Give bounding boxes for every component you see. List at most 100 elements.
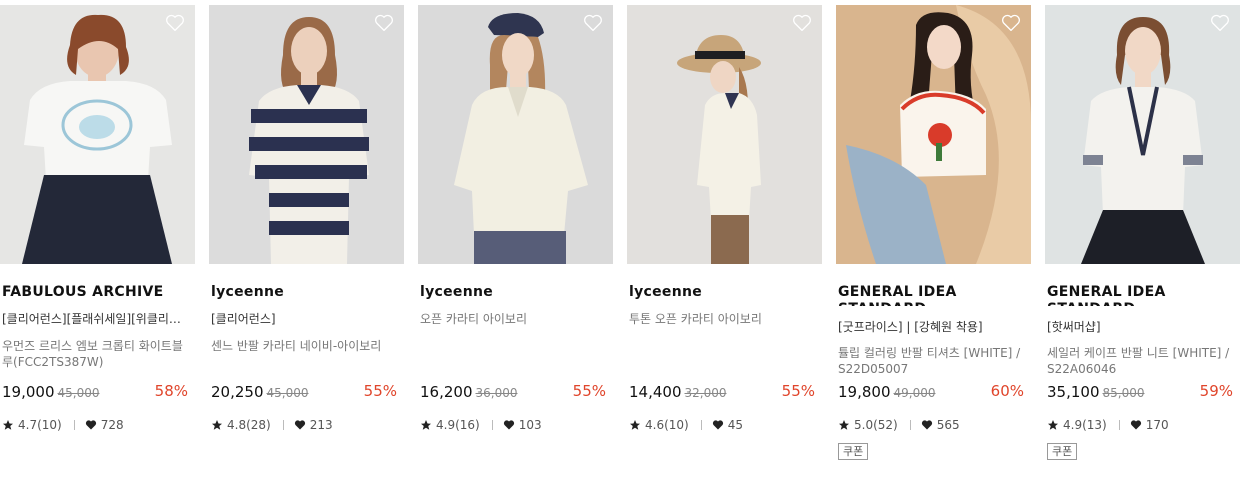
product-image[interactable]: [627, 5, 822, 264]
heart-filled-icon: [294, 420, 305, 430]
sale-price: 16,200: [420, 383, 473, 401]
wishlist-heart-icon[interactable]: [792, 14, 812, 32]
stats-divider: [1118, 420, 1120, 430]
price-row: 19,800 49,000 60%: [838, 382, 1024, 402]
discount-rate: 55%: [363, 382, 397, 400]
product-name[interactable]: 투톤 오픈 카라티 아이보리: [629, 311, 819, 327]
product-tags: [굿프라이스] | [강혜원 착용]: [838, 320, 983, 334]
product-tags: [핫써머샵]: [1047, 320, 1101, 334]
product-photo: [0, 5, 195, 264]
product-stats: 4.9(13) 170: [1047, 417, 1169, 433]
brand-name[interactable]: lyceenne: [629, 284, 819, 301]
heart-filled-icon: [1130, 420, 1141, 430]
product-name[interactable]: 오픈 카라티 아이보리: [420, 311, 610, 327]
sale-price: 14,400: [629, 383, 682, 401]
brand-name[interactable]: FABULOUS ARCHIVE: [2, 284, 192, 301]
product-photo: [209, 5, 404, 264]
price-row: 16,200 36,000 55%: [420, 382, 606, 402]
original-price: 85,000: [1102, 386, 1145, 400]
price-row: 20,250 45,000 55%: [211, 382, 397, 402]
product-tags: [클리어런스]: [211, 312, 276, 326]
star-icon: [3, 420, 13, 430]
star-icon: [421, 420, 431, 430]
heart-filled-icon: [503, 420, 514, 430]
discount-rate: 55%: [572, 382, 606, 400]
original-price: 32,000: [684, 386, 727, 400]
likes-count: 103: [518, 418, 542, 432]
original-price: 45,000: [266, 386, 309, 400]
likes-count: 213: [309, 418, 333, 432]
product-image[interactable]: [0, 5, 195, 264]
product-stats: 5.0(52) 565: [838, 417, 960, 433]
stats-divider: [491, 420, 493, 430]
rating-value: 4.6(10): [645, 418, 689, 432]
discount-rate: 59%: [1199, 382, 1233, 400]
star-icon: [1048, 420, 1058, 430]
product-photo: [627, 5, 822, 264]
product-stats: 4.7(10) 728: [2, 417, 124, 433]
coupon-badge: 쿠폰: [1047, 443, 1078, 460]
brand-name[interactable]: lyceenne: [211, 284, 401, 301]
product-name[interactable]: 튤립 컬러링 반팔 티셔츠 [WHITE] / S22D05007: [838, 345, 1028, 377]
rating-value: 4.8(28): [227, 418, 271, 432]
stats-divider: [73, 420, 75, 430]
product-card[interactable]: lyceenne [클리어런스] 센느 반팔 카라티 네이비-아이보리 20,2…: [209, 0, 404, 477]
product-image[interactable]: [418, 5, 613, 264]
rating-value: 4.9(16): [436, 418, 480, 432]
product-grid: FABULOUS ARCHIVE [클리어런스][플래쉬세일][위클리… 우먼즈…: [0, 0, 1247, 477]
discount-rate: 60%: [990, 382, 1024, 400]
rating-value: 4.7(10): [18, 418, 62, 432]
star-icon: [839, 420, 849, 430]
product-photo: [1045, 5, 1240, 264]
wishlist-heart-icon[interactable]: [1001, 14, 1021, 32]
star-icon: [630, 420, 640, 430]
stats-divider: [700, 420, 702, 430]
product-tags: [클리어런스][플래쉬세일][위클리…: [2, 312, 181, 326]
product-card[interactable]: GENERAL IDEA STANDARD [굿프라이스] | [강혜원 착용]…: [836, 0, 1031, 477]
product-photo: [836, 5, 1031, 264]
product-stats: 4.6(10) 45: [629, 417, 743, 433]
rating-value: 4.9(13): [1063, 418, 1107, 432]
star-icon: [212, 420, 222, 430]
discount-rate: 58%: [154, 382, 188, 400]
likes-count: 565: [936, 418, 960, 432]
sale-price: 35,100: [1047, 383, 1100, 401]
stats-divider: [282, 420, 284, 430]
product-image[interactable]: [209, 5, 404, 264]
product-stats: 4.9(16) 103: [420, 417, 542, 433]
original-price: 36,000: [475, 386, 518, 400]
rating-value: 5.0(52): [854, 418, 898, 432]
wishlist-heart-icon[interactable]: [1210, 14, 1230, 32]
product-image[interactable]: [836, 5, 1031, 264]
product-card[interactable]: GENERAL IDEA STANDARD [핫써머샵] 세일러 케이프 반팔 …: [1045, 0, 1240, 477]
likes-count: 728: [100, 418, 124, 432]
product-name[interactable]: 우먼즈 르리스 엠보 크롭티 화이트블루(FCC2TS387W): [2, 338, 192, 370]
original-price: 45,000: [57, 386, 100, 400]
wishlist-heart-icon[interactable]: [165, 14, 185, 32]
coupon-badge: 쿠폰: [838, 443, 869, 460]
wishlist-heart-icon[interactable]: [583, 14, 603, 32]
original-price: 49,000: [893, 386, 936, 400]
product-card[interactable]: lyceenne 투톤 오픈 카라티 아이보리 14,400 32,000 55%…: [627, 0, 822, 477]
likes-count: 45: [727, 418, 743, 432]
sale-price: 20,250: [211, 383, 264, 401]
product-card[interactable]: FABULOUS ARCHIVE [클리어런스][플래쉬세일][위클리… 우먼즈…: [0, 0, 195, 477]
product-image[interactable]: [1045, 5, 1240, 264]
product-card[interactable]: lyceenne 오픈 카라티 아이보리 16,200 36,000 55% 4.…: [418, 0, 613, 477]
price-row: 35,100 85,000 59%: [1047, 382, 1233, 402]
sale-price: 19,800: [838, 383, 891, 401]
brand-name[interactable]: lyceenne: [420, 284, 610, 301]
price-row: 19,000 45,000 58%: [2, 382, 188, 402]
heart-filled-icon: [921, 420, 932, 430]
sale-price: 19,000: [2, 383, 55, 401]
brand-name[interactable]: GENERAL IDEA STANDARD: [1047, 284, 1237, 306]
wishlist-heart-icon[interactable]: [374, 14, 394, 32]
stats-divider: [909, 420, 911, 430]
heart-filled-icon: [85, 420, 96, 430]
discount-rate: 55%: [781, 382, 815, 400]
product-name[interactable]: 센느 반팔 카라티 네이비-아이보리: [211, 338, 401, 354]
brand-name[interactable]: GENERAL IDEA STANDARD: [838, 284, 1028, 306]
product-photo: [418, 5, 613, 264]
product-stats: 4.8(28) 213: [211, 417, 333, 433]
product-name[interactable]: 세일러 케이프 반팔 니트 [WHITE] / S22A06046: [1047, 345, 1237, 377]
